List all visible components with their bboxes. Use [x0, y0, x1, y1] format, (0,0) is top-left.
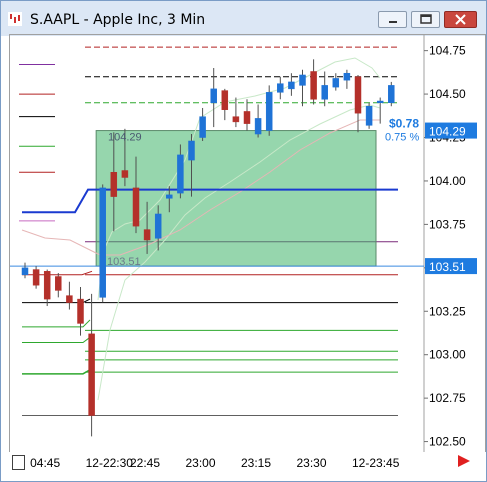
change-percent-label: 0.75 %	[385, 132, 419, 144]
x-tick-label: 22:45	[130, 456, 161, 470]
x-tick-label: 12-22:30	[85, 456, 133, 470]
y-tick-label: 103.75	[429, 217, 466, 231]
scroll-right-arrow-icon[interactable]	[458, 455, 470, 467]
candle-body[interactable]	[332, 78, 340, 88]
candle-body[interactable]	[299, 74, 306, 86]
candle-body[interactable]	[143, 229, 151, 241]
y-tick-label: 102.50	[429, 435, 466, 449]
y-tick-label: 103.00	[429, 348, 466, 362]
y-tick-label: 104.50	[429, 87, 466, 101]
candle-body[interactable]	[376, 100, 384, 104]
candle-body[interactable]	[199, 116, 206, 138]
x-tick-label: 23:30	[296, 456, 327, 470]
x-tick-label: 23:15	[241, 456, 272, 470]
reference-price-label: 103.51	[429, 260, 466, 274]
candle-body[interactable]	[110, 172, 118, 197]
candle-body[interactable]	[154, 213, 162, 239]
candle-body[interactable]	[243, 111, 251, 124]
candle-body[interactable]	[221, 90, 229, 110]
left-level-step	[22, 367, 93, 375]
y-tick-label: 104.75	[429, 44, 466, 58]
x-tick-label: 04:45	[30, 456, 61, 470]
candle-body[interactable]	[99, 187, 106, 298]
scroll-handle[interactable]	[12, 455, 25, 470]
change-value-label: $0.78	[389, 117, 419, 131]
candle-body[interactable]	[354, 76, 362, 114]
x-tick-label: 23:00	[185, 456, 216, 470]
candle-body[interactable]	[388, 85, 395, 104]
y-tick-label: 104.00	[429, 174, 466, 188]
candle-body[interactable]	[177, 154, 184, 194]
candle-body[interactable]	[32, 269, 40, 286]
candle-body[interactable]	[310, 71, 317, 100]
candle-body[interactable]	[88, 333, 95, 416]
rect-high-label: 104.29	[108, 132, 142, 144]
candle-body[interactable]	[188, 140, 195, 161]
candle-body[interactable]	[166, 194, 173, 199]
candle-body[interactable]	[121, 170, 129, 178]
candle-body[interactable]	[55, 276, 62, 291]
current-price-label: 104.29	[429, 125, 466, 139]
candle-body[interactable]	[365, 105, 373, 126]
candle-body[interactable]	[21, 267, 29, 276]
y-tick-label: 102.75	[429, 391, 466, 405]
candle-body[interactable]	[343, 72, 351, 81]
candle-body[interactable]	[277, 83, 284, 93]
candle-body[interactable]	[210, 88, 217, 104]
left-level-step	[22, 270, 93, 276]
rect-low-label: 103.51	[107, 256, 141, 268]
candle-body[interactable]	[77, 298, 84, 324]
candle-body[interactable]	[254, 118, 262, 135]
candle-body[interactable]	[288, 81, 295, 90]
candle-body[interactable]	[232, 116, 240, 123]
candle-body[interactable]	[43, 271, 51, 300]
y-tick-label: 103.25	[429, 304, 466, 318]
candlestick-chart[interactable]: 104.75104.50104.25104.00103.75103.50103.…	[0, 0, 487, 482]
left-level-step	[22, 336, 91, 344]
candle-body[interactable]	[66, 295, 73, 303]
candle-body[interactable]	[265, 92, 273, 131]
candle-body[interactable]	[132, 187, 140, 227]
x-tick-label: 12-23:45	[352, 456, 400, 470]
candle-body[interactable]	[321, 85, 328, 100]
